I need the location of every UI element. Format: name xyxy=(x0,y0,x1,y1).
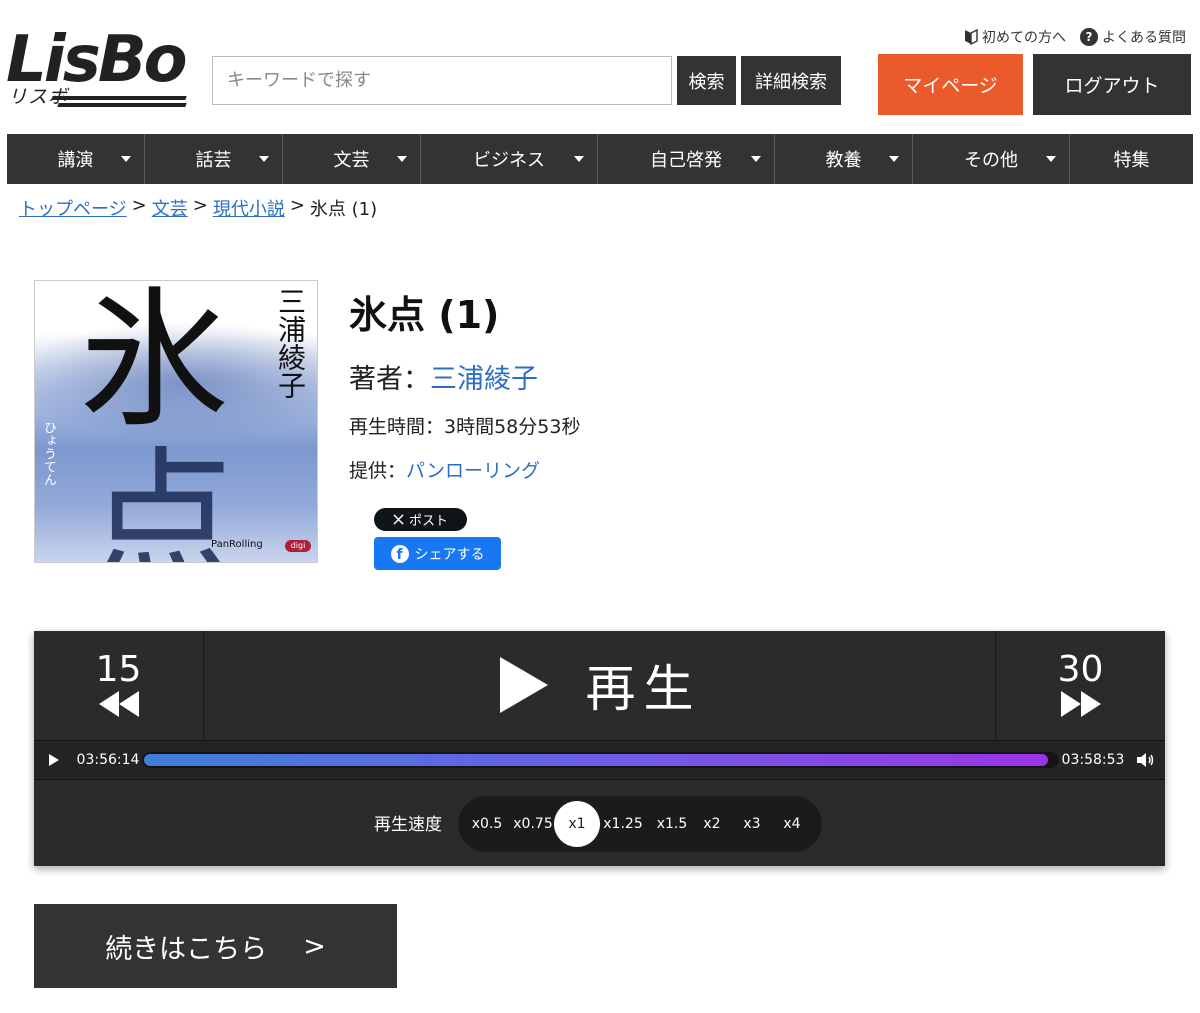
speed-option[interactable]: x1.25 xyxy=(600,796,646,852)
breadcrumb-separator: > xyxy=(131,195,147,216)
author-row: 著者：三浦綾子 xyxy=(349,357,538,396)
fast-forward-icon xyxy=(1060,691,1101,717)
skip-forward-button[interactable]: 30 xyxy=(995,631,1165,739)
nav-item-label: 講演 xyxy=(57,150,94,171)
breadcrumb-separator: > xyxy=(192,195,208,216)
advanced-search-button[interactable]: 詳細検索 xyxy=(741,56,841,105)
nav-item-other[interactable]: その他 xyxy=(913,134,1070,184)
nav-item-label: 特集 xyxy=(1113,150,1150,171)
cover-publisher: PanRolling xyxy=(211,539,263,550)
cover-author: 三浦綾子 xyxy=(274,287,307,399)
nav-item-business[interactable]: ビジネス xyxy=(421,134,598,184)
play-icon xyxy=(49,754,59,766)
nav-item-self-development[interactable]: 自己啓発 xyxy=(598,134,775,184)
cover-reading: ひょうてん xyxy=(41,421,56,486)
speed-label: 再生速度 xyxy=(374,815,442,835)
x-post-button[interactable]: ポスト xyxy=(374,508,467,531)
duration: 再生時間：3時間58分53秒 xyxy=(349,416,581,438)
cover-title-char-1: 氷 xyxy=(79,280,230,448)
logout-button[interactable]: ログアウト xyxy=(1033,54,1191,115)
nav-item-label: 自己啓発 xyxy=(650,150,722,171)
faq-link[interactable]: ? よくある質問 xyxy=(1080,27,1186,47)
breadcrumb-current: 氷点 (1) xyxy=(309,199,378,220)
nav-item-literature[interactable]: 文芸 xyxy=(283,134,421,184)
nav-item-label: ビジネス xyxy=(473,150,545,171)
continue-label: 続きはこちら xyxy=(105,933,268,965)
beginner-link-label: 初めての方へ xyxy=(982,30,1066,46)
top-links: 初めての方へ ? よくある質問 xyxy=(964,27,1186,47)
nav-item-storytelling[interactable]: 話芸 xyxy=(145,134,283,184)
seek-bar-fill xyxy=(144,754,1048,766)
nav-item-features[interactable]: 特集 xyxy=(1070,134,1193,184)
breadcrumb-link-literature[interactable]: 文芸 xyxy=(152,195,188,221)
mypage-button[interactable]: マイページ xyxy=(878,54,1023,115)
speed-option-active[interactable]: x1 xyxy=(554,801,600,847)
continue-button[interactable]: 続きはこちら > xyxy=(34,904,397,988)
cover-image: 氷 点 三浦綾子 ひょうてん PanRolling digi xyxy=(34,280,318,563)
small-play-button[interactable] xyxy=(34,740,74,780)
provider-label: 提供： xyxy=(349,460,407,482)
facebook-icon: f xyxy=(390,544,409,563)
caret-down-icon xyxy=(397,156,407,162)
total-time: 03:58:53 xyxy=(1061,752,1125,768)
facebook-share-button[interactable]: f シェアする xyxy=(374,537,501,570)
nav-item-label: 教養 xyxy=(825,150,862,171)
speed-row: 再生速度 x0.5 x0.75 x1 x1.25 x1.5 x2 x3 x4 xyxy=(34,783,1165,863)
player-controls: 15 再生 30 xyxy=(34,631,1165,739)
cover-badge: digi xyxy=(285,540,311,552)
caret-down-icon xyxy=(1046,156,1056,162)
author-link[interactable]: 三浦綾子 xyxy=(430,364,538,395)
rewind-icon xyxy=(98,691,139,717)
nav-item-label: 文芸 xyxy=(333,150,370,171)
play-icon xyxy=(499,657,548,713)
nav-item-label: 話芸 xyxy=(195,150,232,171)
play-label: 再生 xyxy=(585,660,702,718)
speed-selector: x0.5 x0.75 x1 x1.25 x1.5 x2 x3 x4 xyxy=(458,796,822,852)
caret-down-icon xyxy=(574,156,584,162)
product-title: 氷点 (1) xyxy=(349,293,500,337)
faq-link-label: よくある質問 xyxy=(1102,30,1186,46)
seek-bar-row: 03:56:14 03:58:53 xyxy=(34,740,1165,780)
current-time: 03:56:14 xyxy=(76,752,140,768)
breadcrumb-link-top[interactable]: トップページ xyxy=(19,195,127,221)
beginner-link[interactable]: 初めての方へ xyxy=(964,27,1066,47)
question-icon: ? xyxy=(1080,28,1098,46)
provider-link[interactable]: パンローリング xyxy=(406,460,540,482)
breadcrumb-link-modern-novel[interactable]: 現代小説 xyxy=(213,195,285,221)
facebook-share-label: シェアする xyxy=(414,546,485,563)
seek-bar[interactable] xyxy=(142,752,1059,768)
nav-item-label: その他 xyxy=(964,150,1018,171)
skip-back-seconds: 15 xyxy=(95,649,142,690)
speed-option[interactable]: x0.75 xyxy=(510,796,556,852)
speed-option[interactable]: x0.5 xyxy=(464,796,510,852)
volume-button[interactable] xyxy=(1127,740,1165,780)
audio-player: 15 再生 30 03:56:14 03:58:53 再生速度 x0.5 x0.… xyxy=(34,631,1165,866)
play-button[interactable]: 再生 xyxy=(204,631,995,739)
caret-down-icon xyxy=(751,156,761,162)
chevron-right-icon: > xyxy=(303,930,326,962)
provider-row: 提供：パンローリング xyxy=(349,456,540,483)
logo-underline xyxy=(51,96,187,100)
nav-item-lecture[interactable]: 講演 xyxy=(7,134,145,184)
lisbo-logo[interactable]: LisBo リスボ xyxy=(6,24,192,120)
search-input[interactable] xyxy=(212,56,672,105)
beginner-mark-icon xyxy=(965,29,978,45)
caret-down-icon xyxy=(259,156,269,162)
caret-down-icon xyxy=(121,156,131,162)
category-nav: 講演 話芸 文芸 ビジネス 自己啓発 教養 その他 特集 xyxy=(7,134,1193,184)
nav-item-culture[interactable]: 教養 xyxy=(775,134,913,184)
logo-subtext: リスボ xyxy=(8,86,69,108)
skip-back-button[interactable]: 15 xyxy=(34,631,204,739)
logo-underline-2 xyxy=(57,103,187,107)
skip-forward-seconds: 30 xyxy=(1057,649,1104,690)
breadcrumb: トップページ > 文芸 > 現代小説 > 氷点 (1) xyxy=(19,195,377,221)
breadcrumb-separator: > xyxy=(289,195,305,216)
author-label: 著者： xyxy=(349,364,430,395)
volume-icon xyxy=(1137,753,1154,767)
speed-option[interactable]: x4 xyxy=(769,796,815,852)
caret-down-icon xyxy=(889,156,899,162)
x-post-label: ポスト xyxy=(408,514,448,529)
search-button[interactable]: 検索 xyxy=(677,56,736,105)
x-logo-icon xyxy=(393,514,404,525)
